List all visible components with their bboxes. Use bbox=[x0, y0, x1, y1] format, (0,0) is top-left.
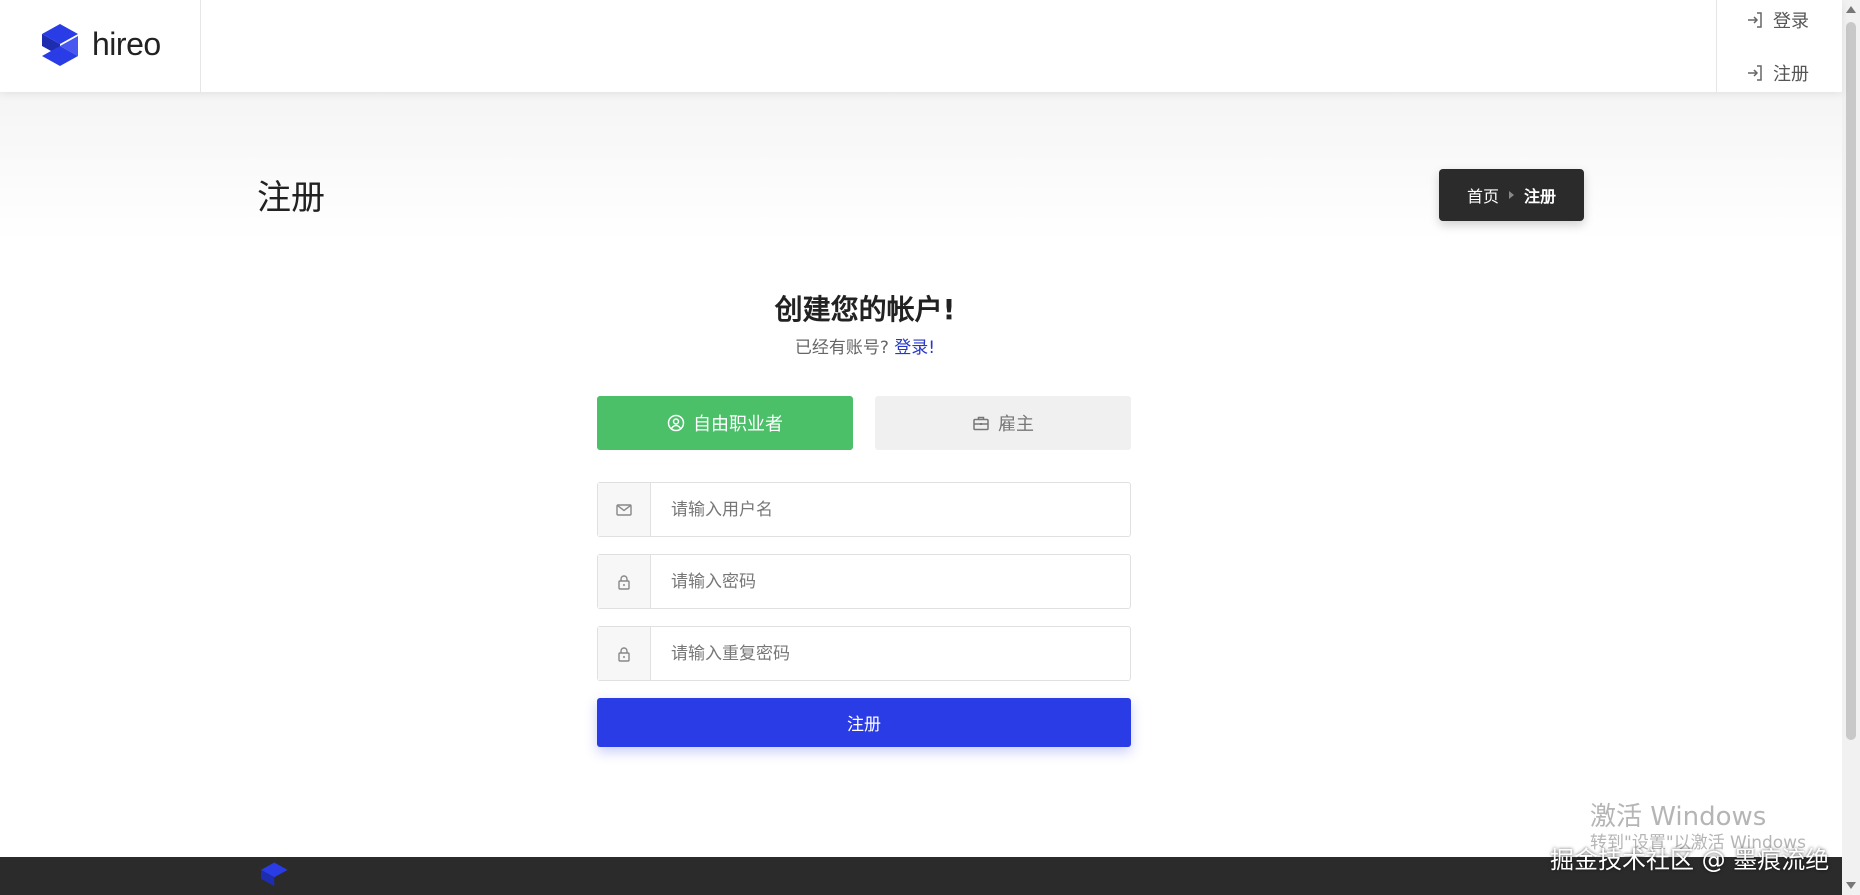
role-employer-button[interactable]: 雇主 bbox=[875, 396, 1131, 450]
scrollbar[interactable] bbox=[1842, 0, 1860, 895]
scroll-down-arrow-icon[interactable] bbox=[1846, 882, 1856, 889]
breadcrumb-home[interactable]: 首页 bbox=[1467, 183, 1499, 207]
form-subtitle: 已经有账号? 登录! bbox=[597, 333, 1133, 358]
login-icon bbox=[1748, 12, 1762, 28]
logo-mark-icon bbox=[42, 24, 78, 66]
form-heading: 创建您的帐户! bbox=[774, 293, 956, 326]
briefcase-icon bbox=[973, 416, 989, 431]
logo[interactable]: hireo bbox=[0, 0, 201, 92]
role-freelancer-button[interactable]: 自由职业者 bbox=[597, 396, 853, 450]
username-input[interactable] bbox=[651, 483, 1130, 536]
scrollbar-thumb[interactable] bbox=[1846, 22, 1856, 740]
auth-links: 登录 注册 bbox=[1716, 0, 1842, 92]
breadcrumb: 首页 注册 bbox=[1439, 169, 1584, 221]
login-label: 登录 bbox=[1773, 11, 1809, 32]
breadcrumb-current: 注册 bbox=[1524, 187, 1557, 206]
login-link-inline[interactable]: 登录! bbox=[894, 338, 935, 358]
logo-text: hireo bbox=[92, 26, 161, 62]
breadcrumb-separator-icon bbox=[1509, 191, 1514, 199]
register-link[interactable]: 注册 bbox=[1745, 60, 1809, 86]
repeat-password-field bbox=[597, 626, 1131, 681]
form-subtitle-text: 已经有账号? bbox=[794, 338, 889, 358]
role-employer-label: 雇主 bbox=[998, 414, 1034, 435]
lock-icon bbox=[618, 646, 630, 662]
login-link[interactable]: 登录 bbox=[1745, 7, 1809, 33]
scroll-up-arrow-icon[interactable] bbox=[1846, 6, 1856, 13]
watermark-credit: 掘金技术社区 @ 墨痕流绝 bbox=[1550, 846, 1830, 874]
repeat-password-input[interactable] bbox=[651, 627, 1130, 680]
footer-logo-icon bbox=[260, 862, 288, 887]
register-submit-button[interactable]: 注册 bbox=[597, 698, 1131, 747]
page-title: 注册 bbox=[257, 178, 325, 218]
role-freelancer-label: 自由职业者 bbox=[693, 414, 783, 435]
password-icon-box bbox=[598, 555, 651, 608]
password-field bbox=[597, 554, 1131, 609]
password-input[interactable] bbox=[651, 555, 1130, 608]
register-label: 注册 bbox=[1773, 64, 1809, 85]
username-field bbox=[597, 482, 1131, 537]
username-icon-box bbox=[598, 483, 651, 536]
site-header: hireo 登录 注册 bbox=[0, 0, 1842, 92]
user-circle-icon bbox=[667, 414, 685, 432]
envelope-icon bbox=[616, 503, 632, 516]
repeat-password-icon-box bbox=[598, 627, 651, 680]
lock-icon bbox=[618, 574, 630, 590]
login-icon bbox=[1748, 65, 1762, 81]
